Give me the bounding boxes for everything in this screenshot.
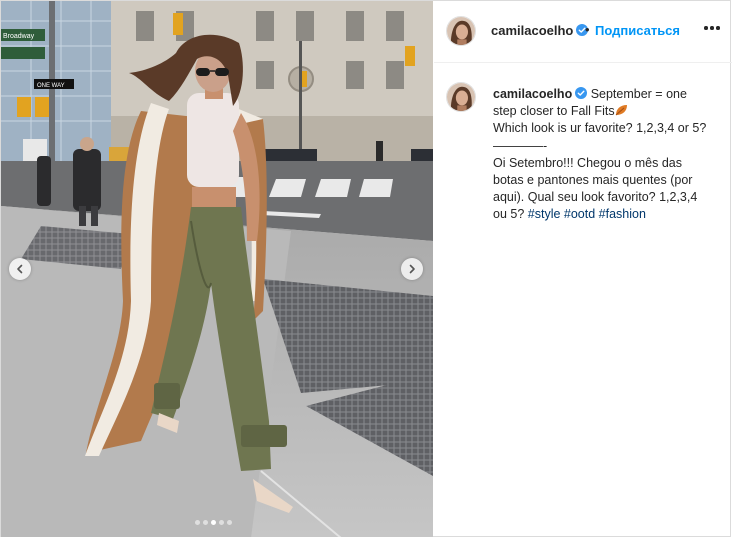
avatar[interactable] xyxy=(446,16,476,46)
instagram-post: Broadway ONE WAY camilacoelho • Подписат… xyxy=(0,0,732,537)
username-link[interactable]: camilacoelho xyxy=(491,23,589,38)
verified-badge-icon xyxy=(575,87,588,99)
profile-photo-icon xyxy=(447,17,475,45)
carousel-dot xyxy=(203,520,208,525)
carousel-prev-button[interactable] xyxy=(9,258,31,280)
chevron-left-icon xyxy=(17,264,23,274)
caption-avatar[interactable] xyxy=(446,82,476,112)
caption-text: Oi Setembro!!! Chegou o mês das xyxy=(493,155,682,170)
caption-text: aqui). Qual seu look favorito? 1,2,3,4 xyxy=(493,190,698,205)
caption-divider: ————- xyxy=(493,138,548,153)
caption-text: September = one xyxy=(590,87,687,101)
carousel-dot xyxy=(219,520,224,525)
carousel-indicator xyxy=(195,520,232,525)
caption-text: Which look is ur favorite? 1,2,3,4 or 5? xyxy=(493,121,707,136)
carousel-next-button[interactable] xyxy=(401,258,423,280)
header-separator: • xyxy=(585,22,590,37)
hashtag-link[interactable]: #fashion xyxy=(599,207,646,221)
caption-text: step closer to Fall Fits xyxy=(493,104,615,119)
carousel-dot xyxy=(195,520,200,525)
caption-text: botas e pantones mais quentes (por xyxy=(493,173,693,188)
profile-photo-icon xyxy=(447,83,475,111)
hashtag-link[interactable]: #style xyxy=(528,207,561,221)
follow-button[interactable]: Подписаться xyxy=(595,23,680,38)
oneway-sign-text: ONE WAY xyxy=(37,83,65,89)
caption-text: ou 5? xyxy=(493,207,525,222)
post-side-panel: camilacoelho • Подписаться camilacoelho … xyxy=(434,1,732,537)
more-options-icon[interactable] xyxy=(704,25,720,31)
username-text: camilacoelho xyxy=(491,23,574,38)
caption-username[interactable]: camilacoelho xyxy=(493,87,572,101)
street-fashion-photo: Broadway ONE WAY xyxy=(1,1,433,537)
post-photo[interactable]: Broadway ONE WAY xyxy=(1,1,433,537)
post-caption: camilacoelho September = one step closer… xyxy=(493,86,721,224)
carousel-dot xyxy=(227,520,232,525)
carousel-dot-active xyxy=(211,520,216,525)
chevron-right-icon xyxy=(409,264,415,274)
post-header: camilacoelho • Подписаться xyxy=(434,1,732,63)
fallen-leaf-icon xyxy=(615,105,627,116)
hashtag-link[interactable]: #ootd xyxy=(564,207,595,221)
street-sign-text: Broadway xyxy=(3,33,35,40)
